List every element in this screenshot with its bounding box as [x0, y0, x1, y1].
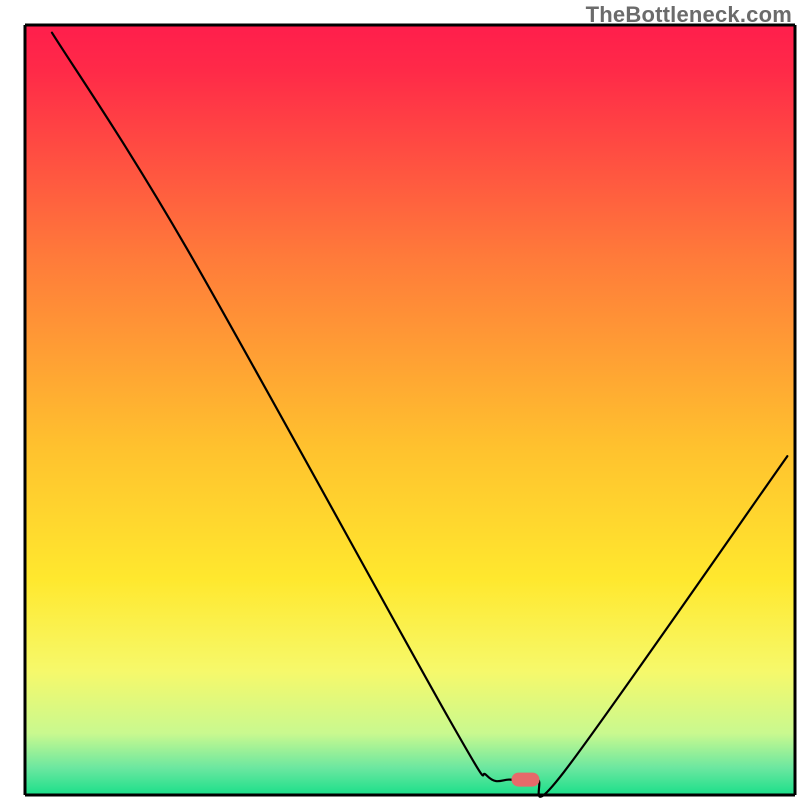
bottleneck-chart: TheBottleneck.com: [0, 0, 800, 800]
plot-background: [25, 25, 795, 795]
optimal-marker: [512, 773, 540, 787]
chart-svg: [0, 0, 800, 800]
watermark-text: TheBottleneck.com: [586, 2, 792, 28]
